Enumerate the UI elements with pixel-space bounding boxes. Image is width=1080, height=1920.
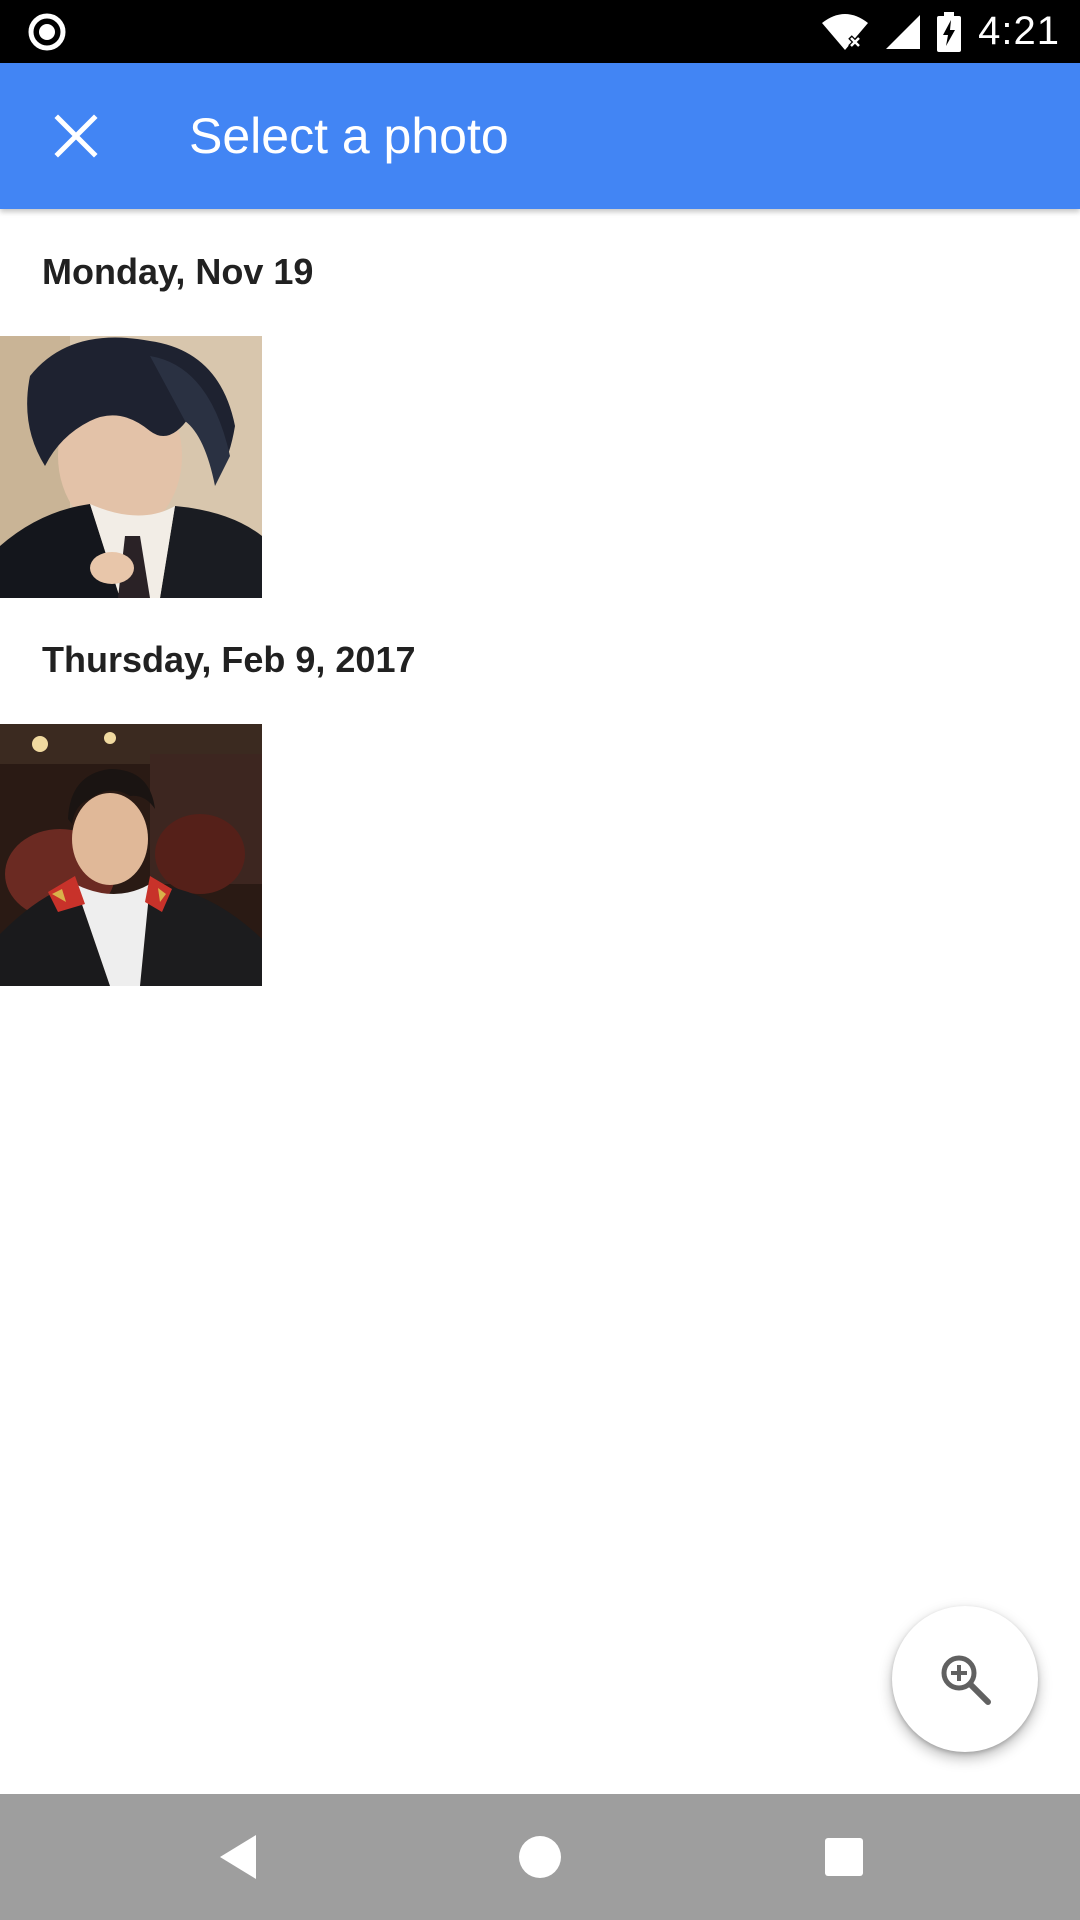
photo-picker-screen: 4:21 Select a photo Monday, Nov 19 Thurs… — [0, 0, 1080, 1920]
home-icon — [519, 1836, 561, 1878]
close-button[interactable] — [28, 88, 124, 184]
system-nav-bar — [0, 1794, 1080, 1920]
status-bar: 4:21 — [0, 0, 1080, 63]
status-icons: 4:21 — [806, 0, 1060, 63]
app-bar: Select a photo — [0, 63, 1080, 209]
photo-list: Monday, Nov 19 Thursday, Feb 9, 2017 — [0, 209, 1080, 1794]
back-button[interactable] — [168, 1794, 308, 1920]
photo-thumbnail[interactable] — [0, 724, 262, 986]
back-icon — [220, 1835, 256, 1879]
zoom-in-icon — [941, 1655, 991, 1705]
page-title: Select a photo — [189, 108, 509, 164]
recents-icon — [825, 1838, 863, 1876]
zoom-button[interactable] — [892, 1606, 1038, 1752]
close-icon — [54, 114, 98, 158]
photo-thumbnail[interactable] — [0, 336, 262, 598]
date-header: Monday, Nov 19 — [42, 251, 314, 292]
recents-button[interactable] — [774, 1794, 914, 1920]
record-icon — [28, 13, 66, 51]
wifi-off-icon — [820, 13, 870, 51]
cell-signal-icon — [884, 13, 922, 51]
battery-charging-icon — [936, 11, 962, 52]
date-header: Thursday, Feb 9, 2017 — [42, 639, 416, 680]
home-button[interactable] — [470, 1794, 610, 1920]
status-time: 4:21 — [978, 9, 1060, 53]
